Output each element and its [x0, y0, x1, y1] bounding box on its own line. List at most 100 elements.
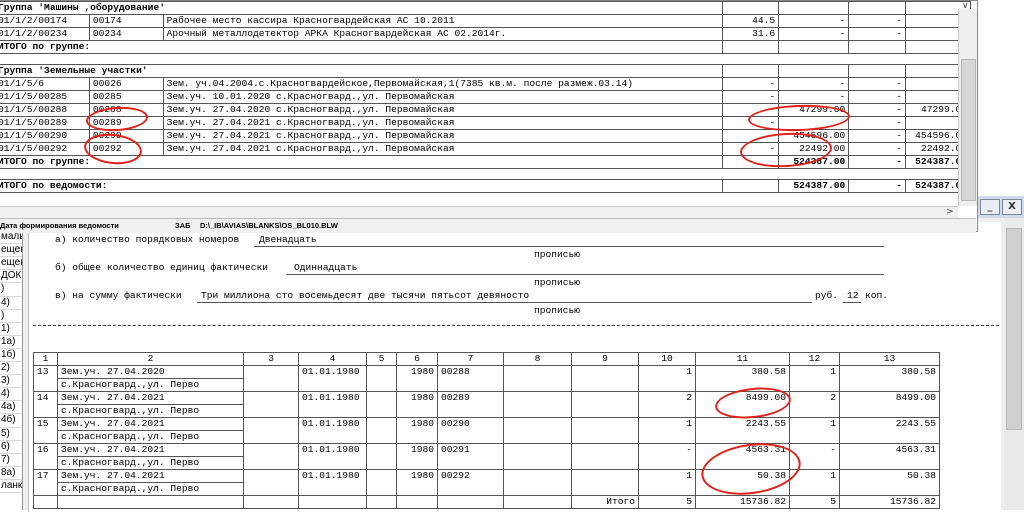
- qty-cell: -: [638, 443, 696, 470]
- summary-b-label: б) общее количество единиц фактически: [55, 262, 269, 273]
- item-name: Зем.уч. 27.04.2021: [57, 443, 244, 457]
- status-date-label: Дата формирования ведомости: [0, 221, 119, 230]
- form-list-item[interactable]: 2): [0, 362, 22, 376]
- item-code: 00288: [88, 103, 164, 117]
- form-list-panel[interactable]: о двимальнещенещенДОК)4))1)1а)1б)2)3)4)4…: [0, 218, 23, 510]
- column-header: 2: [57, 352, 244, 366]
- group-title: Группа 'Земельные участки': [0, 64, 724, 78]
- qty-cell: 1: [638, 469, 696, 496]
- form-list-item[interactable]: ДОК: [0, 270, 22, 284]
- table-cell: [298, 495, 367, 509]
- amount-cell: 380.58: [695, 365, 790, 392]
- form-list-item[interactable]: ): [0, 310, 22, 323]
- item-code: 00234: [88, 27, 164, 41]
- value-cell: -: [848, 14, 906, 28]
- table-cell: [503, 443, 572, 470]
- table-cell: [366, 417, 397, 444]
- row-number: 14: [33, 391, 58, 418]
- table-row: 01/1/5/00290 00290 Зем.уч. 27.04.2021 с.Кр…: [0, 129, 972, 143]
- vertical-scrollbar[interactable]: [958, 9, 977, 206]
- minimize-button[interactable]: _: [980, 199, 1000, 215]
- year-cell: 1980: [396, 417, 438, 444]
- form-list-item[interactable]: 6): [0, 441, 22, 454]
- inventory-number: 01/1/2/00174: [0, 14, 90, 28]
- value-cell: -: [778, 116, 850, 130]
- value-cell: 44.5: [722, 14, 780, 28]
- group-total-value: -: [848, 155, 906, 169]
- dashed-separator: [33, 325, 999, 326]
- footer-label: Итого: [571, 495, 639, 509]
- table-row: 01/1/5/00292 00292 Зем.уч. 27.04.2021 с.Кр…: [0, 142, 972, 156]
- form-list-item[interactable]: 4): [0, 388, 22, 402]
- value-cell: -: [722, 142, 780, 156]
- summary-v-label: в) на сумму фактически: [55, 290, 182, 301]
- form-list-item[interactable]: ещен: [0, 257, 22, 271]
- qty-cell: 2: [638, 391, 696, 418]
- summary-b-hint: прописью: [534, 277, 581, 288]
- footer-value: 15736.82: [695, 495, 790, 509]
- form-list-item[interactable]: ещен: [0, 244, 22, 258]
- document-page: а) количество порядковых номеров Двенадц…: [28, 222, 1001, 512]
- value-cell: -: [722, 90, 780, 104]
- form-list-item[interactable]: 4б): [0, 414, 22, 428]
- form-list-item[interactable]: мальн: [0, 231, 22, 245]
- scroll-down-arrow-icon[interactable]: ∨: [962, 1, 969, 11]
- column-header: 10: [638, 352, 696, 366]
- form-list-item[interactable]: ланко: [0, 480, 22, 493]
- item-code: 00292: [88, 142, 164, 156]
- item-name: Зем.уч. 10.01.2020 с.Красногвард.,ул. Пе…: [162, 90, 724, 104]
- spacer-row: [0, 53, 971, 65]
- form-list-item[interactable]: 3): [0, 375, 22, 389]
- table-cell: [571, 417, 639, 444]
- footer-value: 5: [789, 495, 840, 509]
- table-cell: [503, 495, 572, 509]
- inventory-number: 01/1/5/6: [0, 77, 90, 91]
- date-cell: 01.01.1980: [298, 365, 367, 392]
- table-cell: [848, 40, 906, 54]
- value-cell: 22492.00: [778, 142, 850, 156]
- value-cell: 454596.00: [778, 129, 850, 143]
- form-list-item[interactable]: 4): [0, 297, 22, 310]
- table-cell: [571, 391, 639, 418]
- value-cell: -: [848, 90, 906, 104]
- scroll-thumb[interactable]: [1006, 228, 1022, 430]
- column-header: 4: [298, 352, 367, 366]
- vertical-scrollbar[interactable]: [1004, 218, 1024, 510]
- form-list-item[interactable]: 1): [0, 323, 22, 336]
- scroll-thumb[interactable]: [961, 59, 976, 201]
- table-cell: [778, 1, 850, 15]
- form-list-item[interactable]: 8а): [0, 467, 22, 480]
- amount-cell: 50.38: [839, 469, 940, 496]
- table-cell: [243, 469, 299, 496]
- item-name-line2: с.Красногвард.,ул. Перво: [57, 378, 244, 392]
- group-total-label: ИТОГО по группе:: [0, 155, 724, 169]
- item-name: Зем.уч. 27.04.2020: [57, 365, 244, 379]
- item-name-line2: с.Красногвард.,ул. Перво: [57, 430, 244, 444]
- form-list-item[interactable]: 4а): [0, 401, 22, 415]
- amount-cell: 8499.00: [695, 391, 790, 418]
- grand-total-value: -: [848, 179, 906, 193]
- table-cell: [778, 40, 850, 54]
- form-list-item[interactable]: 1б): [0, 349, 22, 363]
- footer-row: Итого 5 15736.82 5 15736.82: [33, 495, 940, 509]
- column-header: 1: [33, 352, 58, 366]
- form-list-item[interactable]: 5): [0, 428, 22, 441]
- form-list-item[interactable]: ): [0, 283, 22, 297]
- inventory-number: 01/1/5/00285: [0, 90, 90, 104]
- year-cell: 1980: [396, 443, 438, 470]
- scroll-right-arrow-icon[interactable]: >: [946, 207, 954, 217]
- item-code: 00289: [88, 116, 164, 130]
- amount-cell: 2243.55: [695, 417, 790, 444]
- qty-cell: 1: [789, 417, 840, 444]
- column-header: 7: [437, 352, 504, 366]
- inventory-number: 00291: [437, 443, 504, 470]
- amount-cell: 4563.31: [839, 443, 940, 470]
- value-cell: -: [848, 77, 906, 91]
- close-button[interactable]: X: [1002, 199, 1022, 215]
- form-list-item[interactable]: 1а): [0, 336, 22, 349]
- table-row: 16 Зем.уч. 27.04.2021 01.01.1980 1980 00291 -…: [33, 443, 940, 470]
- summary-a-label: а) количество порядковых номеров: [55, 234, 240, 245]
- form-list-item[interactable]: 7): [0, 454, 22, 467]
- amount-cell: 2243.55: [839, 417, 940, 444]
- column-header: 8: [503, 352, 572, 366]
